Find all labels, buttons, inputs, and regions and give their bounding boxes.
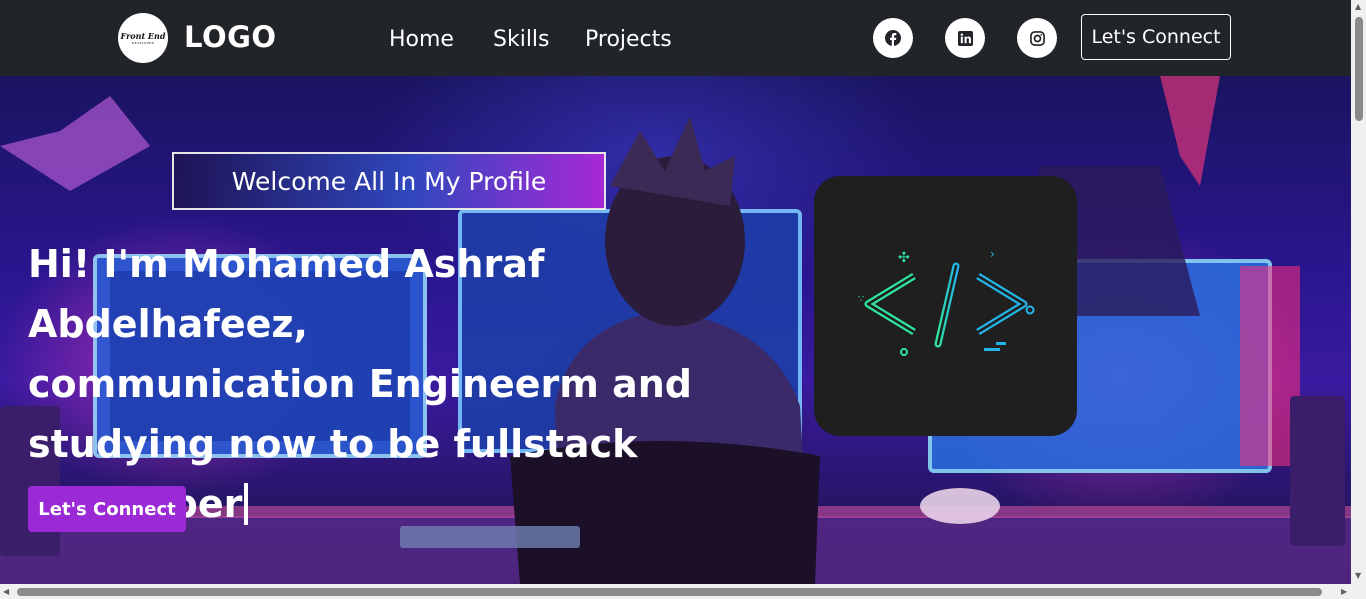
typing-cursor <box>244 483 249 525</box>
headline-line: studying now to be fullstack <box>28 422 638 466</box>
instagram-button[interactable] <box>1017 18 1057 58</box>
nav-link-home[interactable]: Home <box>389 27 454 52</box>
scroll-up-arrow-icon[interactable]: ▲ <box>1355 3 1361 11</box>
linkedin-button[interactable] <box>945 18 985 58</box>
logo-badge[interactable]: Front End DEVELOPER <box>118 13 168 63</box>
nav-link-skills[interactable]: Skills <box>493 27 550 52</box>
nav-link-projects[interactable]: Projects <box>585 27 672 52</box>
headline-line: communication Engineerm and <box>28 362 692 406</box>
scroll-right-arrow-icon[interactable]: ▶ <box>1341 588 1347 596</box>
brand-logo-text[interactable]: LOGO <box>184 20 277 54</box>
facebook-icon <box>885 30 901 46</box>
svg-text:∵: ∵ <box>858 294 864 305</box>
vertical-scroll-thumb[interactable] <box>1355 17 1363 121</box>
headline-line: Hi! I'm Mohamed Ashraf Abdelhafeez, <box>28 242 545 346</box>
nav-connect-button[interactable]: Let's Connect <box>1081 14 1231 60</box>
scroll-down-arrow-icon[interactable]: ▼ <box>1355 572 1361 580</box>
linkedin-icon <box>957 30 973 46</box>
facebook-button[interactable] <box>873 18 913 58</box>
svg-text:›: › <box>990 247 995 261</box>
vertical-scrollbar[interactable]: ▲ ▼ <box>1351 0 1366 584</box>
logo-badge-text: Front End <box>120 30 166 41</box>
hero-connect-button[interactable]: Let's Connect <box>28 486 186 532</box>
horizontal-scroll-thumb[interactable] <box>17 588 1322 596</box>
code-symbol-card: ✣ › ∵ <box>814 176 1077 436</box>
svg-text:✣: ✣ <box>898 250 910 266</box>
instagram-icon <box>1029 30 1045 46</box>
navbar: Front End DEVELOPER LOGO Home Skills Pro… <box>0 0 1351 76</box>
code-brackets-icon: ✣ › ∵ <box>858 247 1034 356</box>
hero-banner: Welcome All In My Profile Hi! I'm Mohame… <box>0 76 1351 584</box>
welcome-banner: Welcome All In My Profile <box>172 152 606 210</box>
logo-badge-sub: DEVELOPER <box>131 40 155 45</box>
horizontal-scrollbar[interactable]: ◀ ▶ <box>0 584 1366 599</box>
scroll-left-arrow-icon[interactable]: ◀ <box>3 588 9 596</box>
